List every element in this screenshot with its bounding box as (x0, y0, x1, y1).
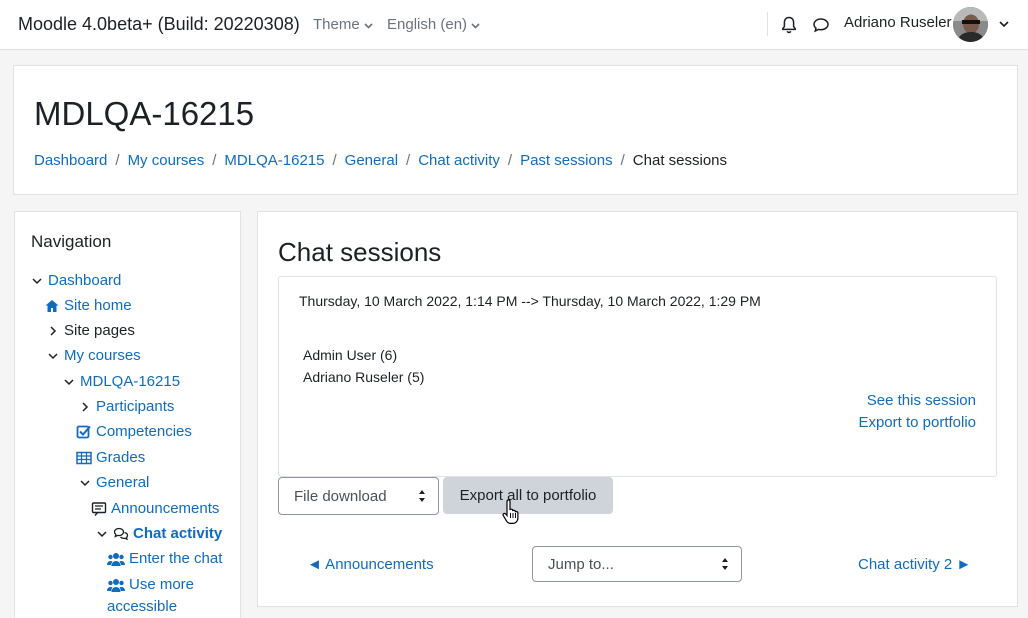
nav-item-label: Dashboard (48, 272, 122, 289)
participant-item: Adriano Ruseler (5) (303, 369, 425, 385)
nav-item-label: Chat activity (133, 525, 223, 542)
nav-item-label: Participants (96, 398, 175, 415)
nav-item-chat-activity[interactable]: Chat activity (96, 525, 222, 542)
checkbox-icon (76, 425, 91, 438)
chevron-down-icon (64, 378, 74, 385)
navigation-title: Navigation (31, 232, 112, 251)
nav-item-course[interactable]: MDLQA-16215 (63, 373, 180, 390)
site-brand[interactable]: Moodle 4.0beta+ (Build: 20220308) (18, 14, 300, 35)
participant-item: Admin User (6) (303, 347, 398, 363)
breadcrumb-dashboard[interactable]: Dashboard (34, 152, 107, 169)
nav-item-grades[interactable]: Grades (76, 449, 145, 466)
chevron-down-icon (48, 352, 58, 359)
users-icon (107, 552, 125, 566)
chevron-down-icon (364, 23, 373, 29)
chevron-down-icon (97, 530, 107, 537)
chevron-down-icon (32, 277, 42, 284)
breadcrumb-course[interactable]: MDLQA-16215 (224, 152, 324, 169)
chevron-down-icon (80, 479, 90, 486)
nav-item-label: Use more (129, 576, 195, 593)
language-dropdown[interactable]: English (en) (387, 16, 480, 33)
table-icon (76, 451, 92, 464)
export-all-to-portfolio-button[interactable]: Export all to portfolio (443, 477, 613, 514)
hand-cursor-icon (502, 499, 519, 524)
nav-item-dashboard[interactable]: Dashboard (31, 272, 121, 289)
navigation-block: Navigation Dashboard Site home Site page… (14, 211, 241, 618)
breadcrumb-current: Chat sessions (632, 152, 728, 169)
session-range: Thursday, 10 March 2022, 1:14 PM --> Thu… (299, 293, 761, 309)
nav-item-label: General (96, 474, 150, 491)
breadcrumb-chat-activity[interactable]: Chat activity (418, 152, 500, 169)
breadcrumb-past-sessions[interactable]: Past sessions (520, 152, 613, 169)
theme-dropdown-label: Theme (313, 16, 360, 33)
chevron-right-icon (82, 401, 89, 412)
session-box: Thursday, 10 March 2022, 1:14 PM --> Thu… (278, 276, 997, 477)
nav-item-label: My courses (64, 347, 141, 364)
bell-icon[interactable] (779, 15, 799, 35)
avatar[interactable] (953, 7, 988, 42)
theme-dropdown[interactable]: Theme (313, 16, 373, 33)
breadcrumb: Dashboard / My courses / MDLQA-16215/General… (34, 152, 728, 169)
export-format-select[interactable]: File download (278, 477, 439, 515)
nav-item-general[interactable]: General (79, 474, 149, 491)
jump-to-value: Jump to... (548, 555, 614, 573)
breadcrumb-my-courses[interactable]: My courses (128, 152, 205, 169)
chat-icon (113, 527, 129, 540)
chevron-right-icon (50, 325, 57, 336)
chat-bubble-icon[interactable] (811, 15, 831, 35)
export-to-portfolio-link[interactable]: Export to portfolio (858, 414, 976, 431)
nav-item-label: Grades (96, 449, 146, 466)
nav-item-label: Enter the chat (129, 550, 223, 567)
nav-item-my-courses[interactable]: My courses (47, 347, 141, 364)
home-icon (45, 299, 59, 312)
top-navbar: Moodle 4.0beta+ (Build: 20220308) Theme … (0, 0, 1028, 50)
nav-item-label: accessible (107, 598, 178, 615)
nav-item-announcements[interactable]: Announcements (91, 500, 219, 517)
select-arrows-icon (722, 558, 728, 570)
main-title: Chat sessions (278, 237, 442, 267)
nav-item-label: Announcements (111, 500, 220, 517)
jump-to-select[interactable]: Jump to... (532, 546, 742, 582)
previous-activity-link[interactable]: ◄ Announcements (307, 556, 434, 573)
breadcrumb-general[interactable]: General (345, 152, 398, 169)
nav-item-use-more-accessible[interactable]: Use more (107, 576, 194, 593)
export-format-value: File download (294, 487, 387, 505)
select-arrows-icon (419, 490, 425, 502)
nav-item-site-home[interactable]: Site home (44, 297, 132, 314)
users-icon (107, 578, 125, 592)
page-title: MDLQA-16215 (34, 95, 255, 132)
next-activity-link[interactable]: Chat activity 2 ► (858, 556, 971, 573)
nav-item-site-pages[interactable]: Site pages (47, 322, 135, 339)
nav-item-label-continued[interactable]: accessible (107, 598, 177, 615)
nav-item-enter-the-chat[interactable]: Enter the chat (107, 550, 222, 567)
nav-item-label: MDLQA-16215 (80, 373, 181, 390)
nav-item-label: Site pages (64, 322, 135, 339)
navbar-divider (767, 12, 768, 36)
language-dropdown-label: English (en) (387, 16, 468, 33)
avatar-image (953, 7, 988, 42)
chevron-down-icon[interactable] (998, 18, 1010, 30)
main-content: Chat sessions Thursday, 10 March 2022, 1… (257, 211, 1018, 607)
chevron-down-icon (471, 23, 480, 29)
page-header: MDLQA-16215 Dashboard / My courses / MDLQA-1… (13, 65, 1018, 195)
nav-item-competencies[interactable]: Competencies (76, 423, 192, 440)
see-this-session-link[interactable]: See this session (867, 392, 976, 409)
nav-item-label: Site home (64, 297, 132, 314)
nav-item-participants[interactable]: Participants (79, 398, 174, 415)
forum-icon (91, 501, 107, 516)
nav-item-label: Competencies (96, 423, 192, 440)
user-name[interactable]: Adriano Ruseler (844, 14, 952, 31)
